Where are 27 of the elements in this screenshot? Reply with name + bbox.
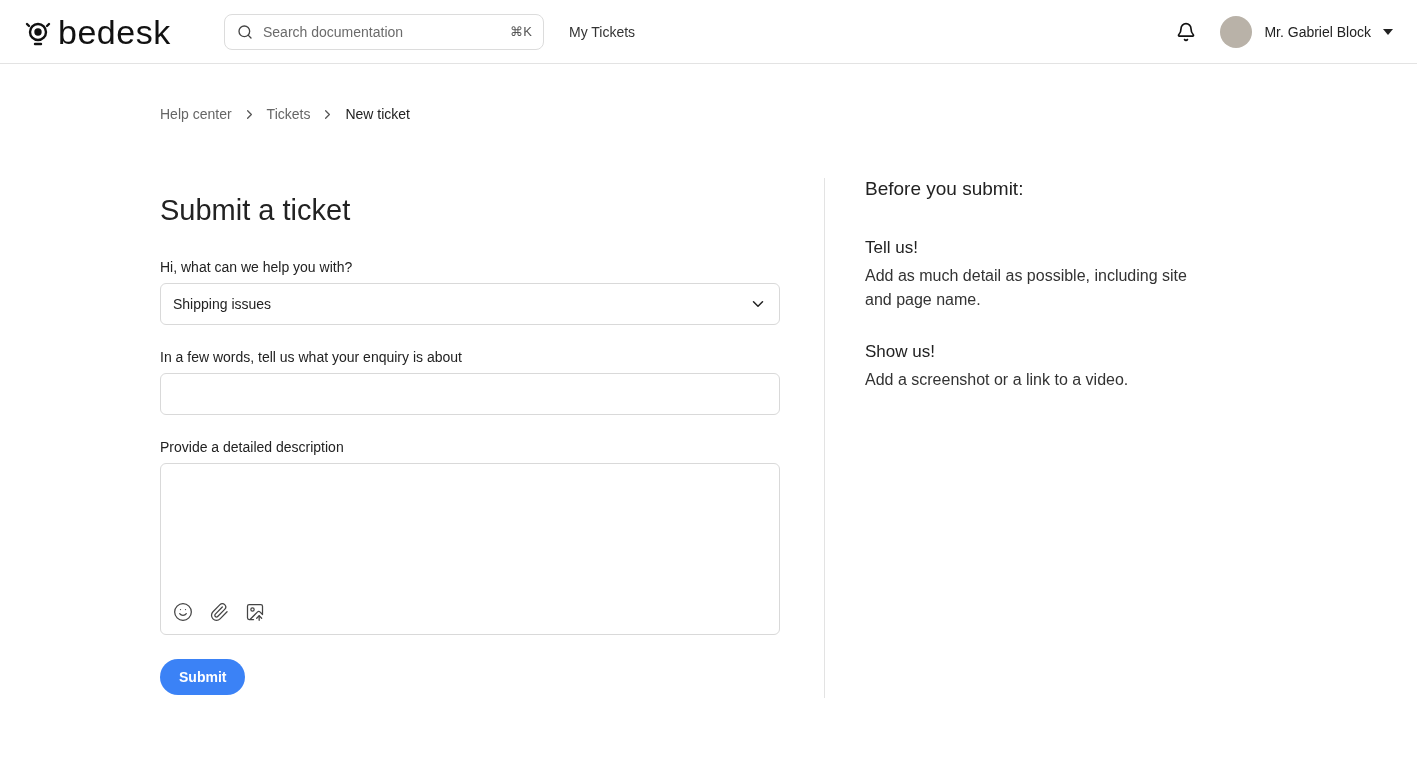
logo-text: bedesk: [58, 14, 171, 49]
shortcut-hint: ⌘K: [510, 23, 532, 39]
field-label: Hi, what can we help you with?: [160, 259, 354, 275]
breadcrumb-link[interactable]: Tickets: [266, 106, 311, 122]
tip-heading: Tell us!: [865, 238, 919, 258]
nav-link[interactable]: My Tickets: [569, 23, 636, 40]
avatar-placeholder: [1220, 15, 1253, 48]
page-title: Submit a ticket: [160, 194, 352, 227]
field-label: In a few words, tell us what your enquiry is about: [160, 349, 463, 365]
tip-text: Add as much detail as possible, including site and page name.: [865, 266, 1188, 310]
tip-text: Add a screenshot or a link to a video.: [865, 370, 1130, 390]
notifications-button[interactable]: [1176, 21, 1197, 42]
tip-heading: Show us!: [865, 342, 936, 362]
input-field[interactable]: [160, 373, 780, 415]
textarea-field[interactable]: [160, 463, 780, 635]
search-icon: [237, 23, 253, 40]
breadcrumb-link[interactable]: Help center: [160, 106, 232, 122]
attach-button[interactable]: [209, 602, 229, 622]
emoji-button[interactable]: [173, 602, 193, 622]
user-menu-button[interactable]: Mr. Gabriel Block: [1220, 15, 1393, 48]
image-upload-button[interactable]: [245, 602, 265, 622]
submit-button[interactable]: Submit: [160, 659, 246, 695]
field-label: Provide a detailed description: [160, 439, 345, 455]
aside-title: Before you submit:: [865, 178, 1025, 200]
breadcrumb-link[interactable]: New ticket: [345, 106, 410, 122]
caret-icon: [1383, 28, 1393, 35]
select-field[interactable]: Shipping issues: [160, 283, 780, 325]
